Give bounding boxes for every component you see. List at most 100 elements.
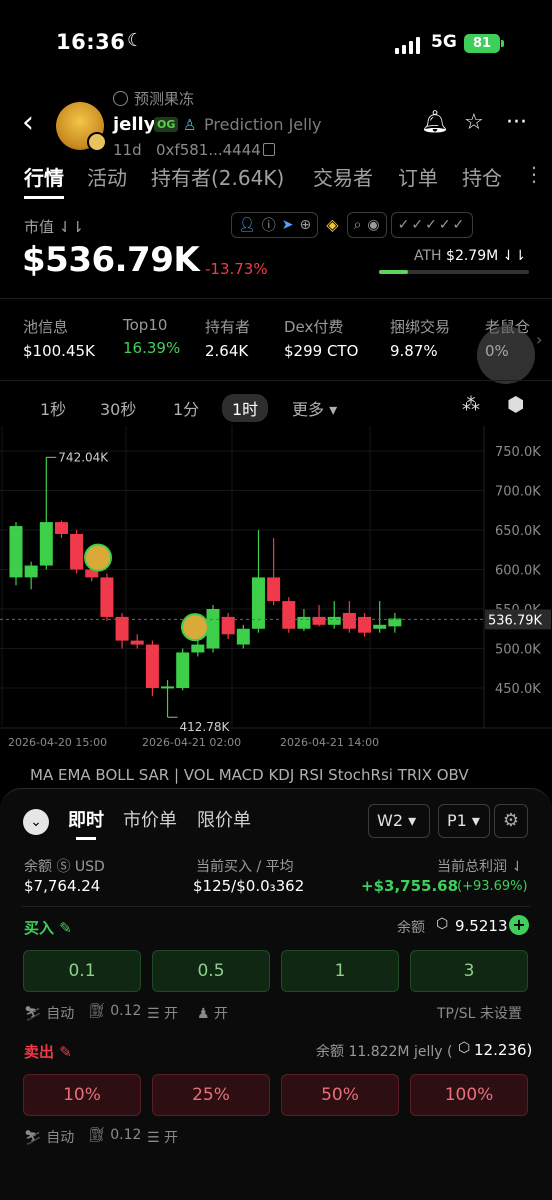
auto-slippage[interactable]: ⛷ 自动 (24, 1127, 74, 1147)
buy-amount-button[interactable]: 0.1 (23, 950, 141, 992)
sell-percent-button[interactable]: 100% (410, 1074, 528, 1116)
mev-toggle[interactable]: ☰ 开 (147, 1127, 178, 1147)
search-box: ⌕ ◉ (346, 212, 387, 238)
pnl-value: +$3,755.68 (361, 877, 459, 895)
sell-label[interactable]: 卖出 ✎ (24, 1041, 72, 1062)
info-pool[interactable]: 池信息 $100.45K (23, 316, 95, 360)
info-holders[interactable]: 持有者 2.64K (205, 316, 250, 360)
sell-percent-button[interactable]: 10% (23, 1074, 141, 1116)
info-icon[interactable]: ⓘ (262, 215, 276, 235)
info-top10[interactable]: Top10 16.39% (123, 316, 180, 357)
candle-body (161, 686, 175, 689)
sell-balance-value: 12.236) (474, 1041, 533, 1059)
user-icon[interactable]: 👤︎ (238, 217, 256, 233)
buy-amount-button[interactable]: 0.5 (152, 950, 270, 992)
wallet-select[interactable]: W2 ▾ (368, 804, 430, 838)
website-icon[interactable]: ⊕ (300, 217, 312, 233)
gas-fee[interactable]: ⛽︎ 0.12 (88, 1003, 141, 1019)
timeframe-1s[interactable]: 1秒 (40, 396, 66, 420)
star-icon[interactable]: ☆ (464, 110, 484, 135)
sell-percent-button[interactable]: 25% (152, 1074, 270, 1116)
indicator-bar[interactable]: MA EMA BOLL SAR | VOL MACD KDJ RSI Stoch… (30, 766, 469, 784)
floating-assistive-button[interactable] (477, 326, 535, 384)
tab-traders[interactable]: 交易者 (313, 162, 373, 191)
y-tick-label: 500.0K (495, 643, 541, 658)
y-tick-label: 750.0K (495, 445, 541, 460)
timeframe-1h[interactable]: 1时 (222, 394, 269, 422)
settings-hex-icon[interactable]: ⬢ (507, 392, 524, 416)
priority-toggle[interactable]: ♟ 开 (197, 1003, 228, 1023)
tab-limit-order[interactable]: 限价单 (197, 806, 251, 832)
candle-body (297, 616, 311, 629)
auto-slippage[interactable]: ⛷ 自动 (24, 1003, 74, 1023)
token-avatar[interactable] (56, 102, 107, 152)
token-age: 11d (113, 141, 142, 159)
candle-body (373, 624, 387, 629)
shield-icon: ☰ (147, 1130, 165, 1146)
current-price-label: 536.79K (488, 613, 542, 628)
tab-activity[interactable]: 活动 (87, 162, 127, 191)
battery-icon: 81 (464, 34, 504, 53)
gas-icon: ⛽︎ (88, 1003, 111, 1019)
candle-body (251, 577, 265, 629)
tab-holders[interactable]: 持有者(2.64K) (151, 162, 284, 191)
tab-market[interactable]: 行情 (24, 162, 64, 199)
back-icon[interactable]: ‹ (22, 108, 34, 138)
chevron-right-icon[interactable]: › (536, 330, 542, 349)
gas-fee[interactable]: ⛽︎ 0.12 (88, 1127, 141, 1143)
tab-instant[interactable]: 即时 (68, 806, 104, 840)
info-dex-paid[interactable]: Dex付费 $299 CTO (284, 316, 358, 360)
social-box: 👤︎ ⓘ ➤ ⊕ (231, 212, 319, 238)
buy-label[interactable]: 买入 ✎ (24, 917, 72, 938)
bsc-icon[interactable]: ◈ (326, 212, 338, 238)
preset-select[interactable]: P1 ▾ (438, 804, 490, 838)
market-cap-change: -13.73% (205, 260, 268, 278)
market-cap-label[interactable]: 市值 ⇃⇂ (24, 216, 84, 237)
chevron-down-icon[interactable]: ⌄ (23, 809, 49, 835)
buy-amount-button[interactable]: 1 (281, 950, 399, 992)
ath-progress-fill (379, 270, 408, 274)
timeframe-more[interactable]: 更多 ▾ (292, 396, 337, 420)
dots-icon[interactable]: ⁂ (462, 394, 480, 415)
token-fullname: Prediction Jelly (204, 115, 322, 134)
trade-marker (84, 543, 112, 572)
buy-balance-label: 余额 (397, 920, 425, 936)
audit-checks[interactable]: ✓✓✓✓✓ (390, 212, 474, 238)
search-icon[interactable]: ⌕ (354, 217, 362, 233)
sell-percent-button[interactable]: 50% (281, 1074, 399, 1116)
tab-positions[interactable]: 持仓 (462, 162, 502, 191)
balance-label: 余额 Ⓢ USD (24, 859, 105, 875)
buy-amount-button[interactable]: 3 (410, 950, 528, 992)
globe-icon (113, 91, 128, 106)
divider (0, 298, 552, 299)
ath-label[interactable]: ATH $2.79M ⇃⇂ (414, 248, 526, 264)
contract-address[interactable]: 0xf581...4444 (156, 141, 261, 159)
tpsl-setting[interactable]: TP/SL 未设置 (437, 1003, 522, 1023)
prediction-tag[interactable]: 预测果冻 (113, 88, 194, 109)
timeframe-1m[interactable]: 1分 (173, 396, 199, 420)
add-icon[interactable]: + (509, 915, 529, 935)
more-icon[interactable]: ··· (506, 110, 527, 135)
trade-marker (181, 613, 209, 642)
candle-body (39, 522, 53, 566)
tab-orders[interactable]: 订单 (398, 162, 438, 191)
pnl-label[interactable]: 当前总利润 ⇃ (437, 856, 523, 876)
candle-body (70, 533, 84, 570)
check-icon: ✓✓✓✓✓ (397, 217, 467, 233)
candle-body (267, 577, 281, 602)
mev-toggle[interactable]: ☰ 开 (147, 1003, 178, 1023)
copy-icon[interactable] (263, 143, 275, 156)
tab-market-order[interactable]: 市价单 (123, 806, 177, 832)
bell-icon[interactable]: 🔔︎ (421, 110, 449, 135)
candle-body (358, 616, 372, 633)
moon-icon: ☾ (127, 30, 144, 51)
timeframe-30s[interactable]: 30秒 (100, 396, 136, 420)
gear-icon[interactable]: ⚙ (494, 804, 528, 838)
info-bundle[interactable]: 捆绑交易 9.87% (390, 316, 450, 360)
high-label: 742.04K (58, 450, 109, 464)
scan-icon[interactable]: ◉ (367, 217, 379, 233)
tabs-more-icon[interactable]: ⋮ (524, 162, 544, 186)
telegram-icon[interactable]: ➤ (282, 217, 294, 233)
price-chart[interactable]: 750.0K700.0K650.0K600.0K550.0K500.0K450.… (0, 426, 552, 756)
buy-avg-label: 当前买入 / 平均 (196, 859, 294, 875)
